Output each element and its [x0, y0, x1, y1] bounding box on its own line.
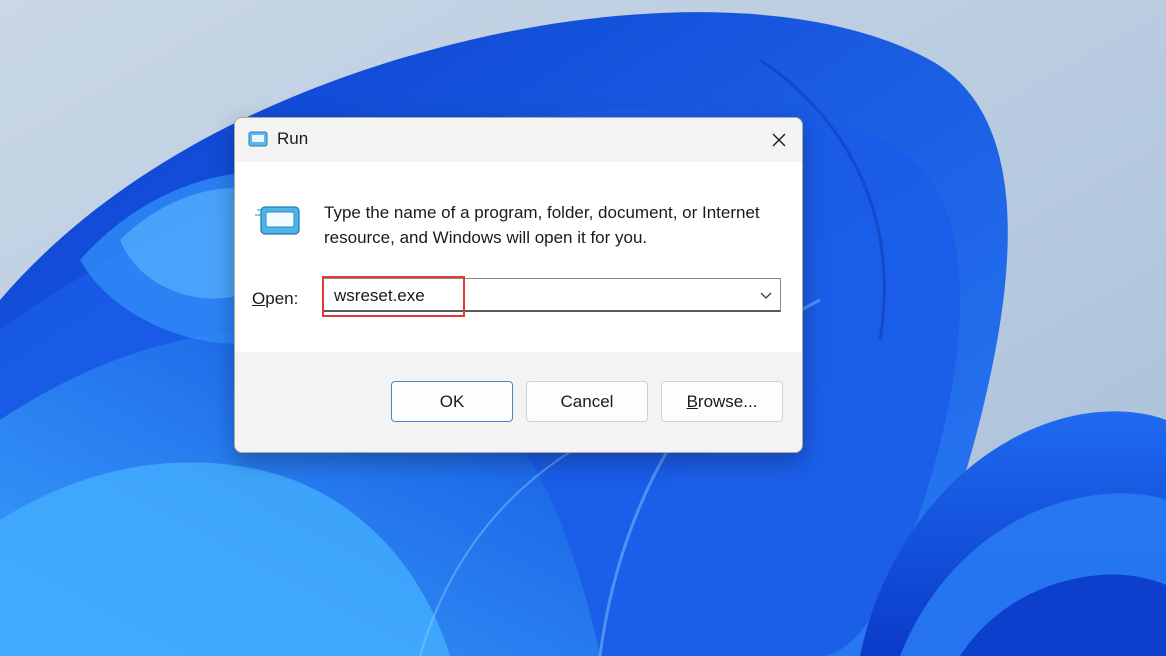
- run-app-icon: [248, 131, 268, 147]
- title-bar[interactable]: Run: [235, 118, 802, 162]
- window-title: Run: [277, 129, 309, 148]
- open-combobox[interactable]: wsreset.exe: [322, 278, 781, 312]
- open-label-rest: pen:: [265, 289, 299, 308]
- open-label: Open:: [252, 289, 298, 309]
- cancel-button-label: Cancel: [560, 391, 614, 411]
- desktop: Run Type the name of a program, folder, …: [0, 0, 1166, 656]
- run-description: Type the name of a program, folder, docu…: [324, 203, 760, 247]
- browse-accelerator: B: [686, 391, 698, 411]
- browse-button[interactable]: Browse...: [661, 381, 783, 422]
- dialog-content: Type the name of a program, folder, docu…: [235, 162, 802, 352]
- close-icon: [772, 133, 786, 147]
- close-button[interactable]: [756, 118, 802, 162]
- run-dialog: Run Type the name of a program, folder, …: [234, 117, 803, 453]
- cancel-button[interactable]: Cancel: [526, 381, 648, 422]
- run-app-icon: [255, 206, 300, 235]
- chevron-down-icon[interactable]: [758, 287, 774, 303]
- ok-button[interactable]: OK: [391, 381, 513, 422]
- open-label-accelerator: O: [252, 289, 266, 308]
- browse-button-label-rest: rowse...: [697, 391, 758, 411]
- button-bar: OK Cancel Browse...: [235, 352, 802, 452]
- ok-button-label: OK: [439, 391, 465, 411]
- open-input[interactable]: wsreset.exe: [334, 286, 425, 306]
